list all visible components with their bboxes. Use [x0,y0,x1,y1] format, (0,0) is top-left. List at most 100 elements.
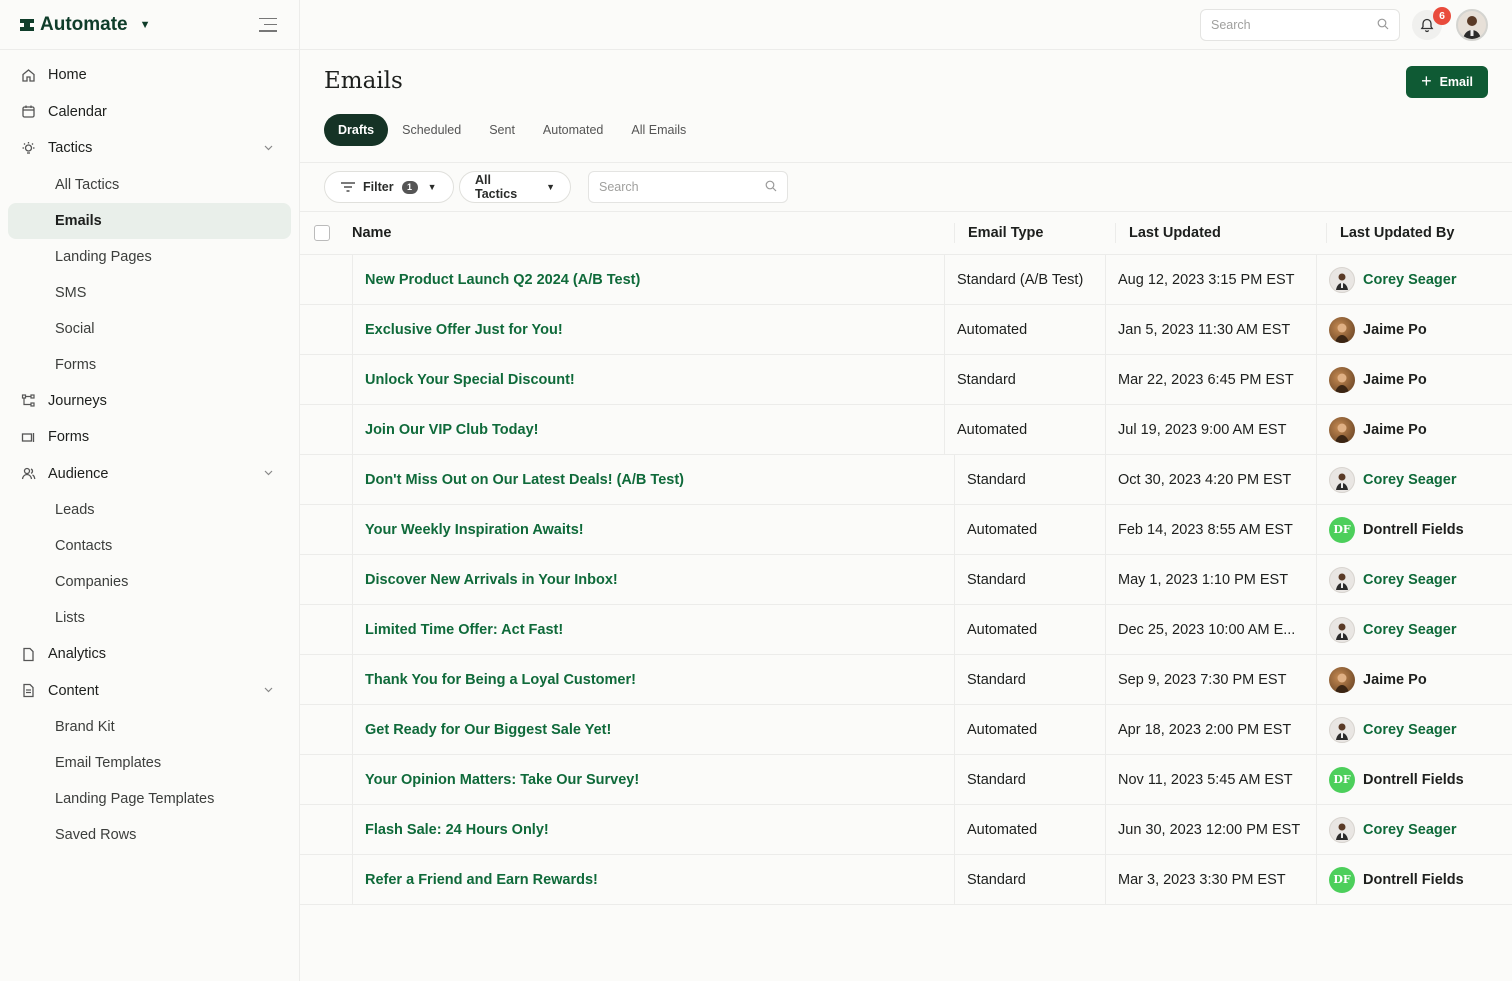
email-name-link[interactable]: Don't Miss Out on Our Latest Deals! (A/B… [352,454,954,505]
lightbulb-icon [20,140,36,156]
email-name-link[interactable]: Get Ready for Our Biggest Sale Yet! [352,704,954,755]
chevron-down-icon[interactable] [264,468,273,479]
sidebar-subitem-sms[interactable]: SMS [0,275,299,311]
user-name[interactable]: Dontrell Fields [1363,872,1464,888]
user-name[interactable]: Corey Seager [1363,622,1457,638]
collapse-sidebar-icon[interactable] [259,17,277,32]
email-name-link[interactable]: Flash Sale: 24 Hours Only! [352,804,954,855]
last-updated-cell: Jun 30, 2023 12:00 PM EST [1105,804,1316,855]
sidebar-subitem-email-templates[interactable]: Email Templates [0,745,299,781]
avatar [1329,816,1355,843]
user-name[interactable]: Corey Seager [1363,472,1457,488]
user-name[interactable]: Corey Seager [1363,722,1457,738]
tab-scheduled[interactable]: Scheduled [388,114,475,146]
last-updated-cell: Jul 19, 2023 9:00 AM EST [1105,404,1316,455]
user-name[interactable]: Jaime Po [1363,372,1427,388]
column-header-email-type[interactable]: Email Type [955,223,1116,243]
sidebar-subitem-saved-rows[interactable]: Saved Rows [0,817,299,853]
column-header-last-updated-by[interactable]: Last Updated By [1327,225,1454,241]
row-gutter [300,605,352,655]
sidebar-item-calendar[interactable]: Calendar [0,94,299,131]
brand-switcher[interactable]: Automate ▼ [20,14,151,36]
last-updated-by-cell: Corey Seager [1316,804,1457,855]
table-row[interactable]: Get Ready for Our Biggest Sale Yet! Autom… [300,704,1512,755]
filter-button[interactable]: Filter 1 ▼ [324,171,454,203]
email-name-link[interactable]: Thank You for Being a Loyal Customer! [352,654,954,705]
user-name[interactable]: Jaime Po [1363,322,1427,338]
tactics-dropdown[interactable]: All Tactics ▼ [459,171,571,203]
tab-sent[interactable]: Sent [475,114,529,146]
global-search-input[interactable]: Search [1200,9,1400,41]
sidebar-subitem-all-tactics[interactable]: All Tactics [0,167,299,203]
last-updated-by-cell: Jaime Po [1316,304,1427,355]
table-row[interactable]: Your Weekly Inspiration Awaits! Automated… [300,504,1512,555]
last-updated-cell: May 1, 2023 1:10 PM EST [1105,554,1316,605]
row-gutter [300,555,352,605]
table-row[interactable]: Refer a Friend and Earn Rewards! Standard… [300,854,1512,905]
email-name-link[interactable]: Your Weekly Inspiration Awaits! [352,504,954,555]
last-updated-cell: Oct 30, 2023 4:20 PM EST [1105,454,1316,505]
email-name-link[interactable]: Exclusive Offer Just for You! [352,304,944,355]
new-email-button[interactable]: + Email [1406,66,1488,98]
email-name-link[interactable]: Refer a Friend and Earn Rewards! [352,854,954,905]
chevron-down-icon[interactable] [264,685,273,696]
last-updated-cell: Nov 11, 2023 5:45 AM EST [1105,754,1316,805]
sidebar-subitem-landing-page-templates[interactable]: Landing Page Templates [0,781,299,817]
sidebar-subitem-brand-kit[interactable]: Brand Kit [0,709,299,745]
tab-all-emails[interactable]: All Emails [617,114,700,146]
sidebar-subitem-contacts[interactable]: Contacts [0,528,299,564]
last-updated-cell: Mar 22, 2023 6:45 PM EST [1105,354,1316,405]
user-name[interactable]: Corey Seager [1363,822,1457,838]
email-type-cell: Standard [954,854,1105,905]
sidebar-item-content[interactable]: Content [0,673,299,710]
tab-automated[interactable]: Automated [529,114,617,146]
table-row[interactable]: Thank You for Being a Loyal Customer! Sta… [300,654,1512,705]
user-avatar[interactable] [1456,9,1488,41]
email-name-link[interactable]: Join Our VIP Club Today! [352,404,944,455]
table-search-input[interactable]: Search [588,171,788,203]
email-name-link[interactable]: Unlock Your Special Discount! [352,354,944,405]
users-icon [20,466,36,482]
row-gutter [300,405,352,455]
column-header-last-updated[interactable]: Last Updated [1116,223,1327,243]
table-row[interactable]: Unlock Your Special Discount! Standard Mar… [300,354,1512,405]
last-updated-cell: Mar 3, 2023 3:30 PM EST [1105,854,1316,905]
sidebar-item-journeys[interactable]: Journeys [0,383,299,420]
sidebar-subitem-lists[interactable]: Lists [0,600,299,636]
table-row[interactable]: Discover New Arrivals in Your Inbox! Stan… [300,554,1512,605]
user-name[interactable]: Corey Seager [1363,272,1457,288]
chevron-down-icon[interactable] [264,143,273,154]
sidebar-item-analytics[interactable]: Analytics [0,636,299,673]
sidebar-item-audience[interactable]: Audience [0,456,299,493]
sidebar-subitem-companies[interactable]: Companies [0,564,299,600]
select-all-checkbox[interactable] [314,225,330,241]
sidebar-subitem-emails[interactable]: Emails [8,202,291,239]
email-name-link[interactable]: Your Opinion Matters: Take Our Survey! [352,754,954,805]
sidebar-subitem-forms[interactable]: Forms [0,347,299,383]
user-name[interactable]: Jaime Po [1363,672,1427,688]
sidebar-item-tactics[interactable]: Tactics [0,130,299,167]
table-row[interactable]: New Product Launch Q2 2024 (A/B Test) Sta… [300,254,1512,305]
table-row[interactable]: Exclusive Offer Just for You! Automated Ja… [300,304,1512,355]
user-name[interactable]: Dontrell Fields [1363,772,1464,788]
table-row[interactable]: Flash Sale: 24 Hours Only! Automated Jun 3… [300,804,1512,855]
avatar-initials: DF [1329,516,1355,543]
sidebar-subitem-landing-pages[interactable]: Landing Pages [0,239,299,275]
email-name-link[interactable]: New Product Launch Q2 2024 (A/B Test) [352,254,944,305]
table-row[interactable]: Don't Miss Out on Our Latest Deals! (A/B… [300,454,1512,505]
search-placeholder: Search [599,180,639,194]
sidebar-item-home[interactable]: Home [0,57,299,94]
sidebar-item-forms[interactable]: Forms [0,419,299,456]
table-row[interactable]: Limited Time Offer: Act Fast! Automated De… [300,604,1512,655]
table-row[interactable]: Join Our VIP Club Today! Automated Jul 19,… [300,404,1512,455]
email-name-link[interactable]: Discover New Arrivals in Your Inbox! [352,554,954,605]
tab-drafts[interactable]: Drafts [324,114,389,146]
user-name[interactable]: Dontrell Fields [1363,522,1464,538]
sidebar-subitem-leads[interactable]: Leads [0,492,299,528]
column-header-name[interactable]: Name [352,223,955,243]
email-name-link[interactable]: Limited Time Offer: Act Fast! [352,604,954,655]
user-name[interactable]: Jaime Po [1363,422,1427,438]
user-name[interactable]: Corey Seager [1363,572,1457,588]
table-row[interactable]: Your Opinion Matters: Take Our Survey! St… [300,754,1512,805]
sidebar-subitem-social[interactable]: Social [0,311,299,347]
